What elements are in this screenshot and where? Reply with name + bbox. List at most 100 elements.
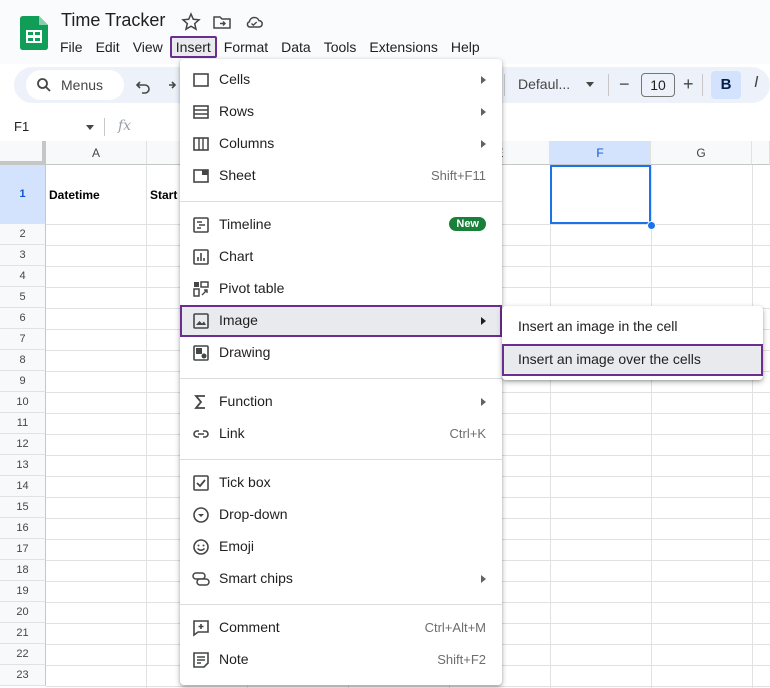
redo-icon[interactable] xyxy=(166,77,180,95)
menu-item-columns[interactable]: Columns xyxy=(180,128,502,160)
row-header-20[interactable]: 20 xyxy=(0,602,46,623)
cell-a1[interactable]: Datetime xyxy=(49,188,100,202)
fx-icon: fx xyxy=(118,118,132,134)
columns-icon xyxy=(193,137,209,151)
menu-item-drawing[interactable]: Drawing xyxy=(180,337,502,369)
menu-data[interactable]: Data xyxy=(275,36,317,58)
row-header-3[interactable]: 3 xyxy=(0,245,46,266)
name-box-chevron-down-icon[interactable] xyxy=(86,125,94,130)
menu-item-cells[interactable]: Cells xyxy=(180,64,502,96)
menu-item-label: Cells xyxy=(219,71,251,87)
menu-item-label: Columns xyxy=(219,135,275,151)
menu-item-shortcut: Ctrl+Alt+M xyxy=(424,620,486,635)
select-all-corner[interactable] xyxy=(0,141,46,165)
menu-item-label: Drawing xyxy=(219,344,271,360)
submenu-arrow-icon xyxy=(481,398,486,406)
row-header-1[interactable]: 1 xyxy=(0,165,46,224)
column-header-h[interactable] xyxy=(752,141,770,165)
menu-item-image[interactable]: Image xyxy=(180,305,502,337)
row-header-19[interactable]: 19 xyxy=(0,581,46,602)
menu-divider xyxy=(180,378,502,379)
menu-item-tick-box[interactable]: Tick box xyxy=(180,467,502,499)
menu-item-label: Pivot table xyxy=(219,280,285,296)
menu-item-smart-chips[interactable]: Smart chips xyxy=(180,563,502,595)
row-header-5[interactable]: 5 xyxy=(0,287,46,308)
increase-font-size-button[interactable]: + xyxy=(683,74,694,95)
insert-image-over-cells[interactable]: Insert an image over the cells xyxy=(502,344,763,376)
row-header-18[interactable]: 18 xyxy=(0,560,46,581)
menu-extensions[interactable]: Extensions xyxy=(363,36,443,58)
row-header-15[interactable]: 15 xyxy=(0,497,46,518)
column-header-f[interactable]: F xyxy=(550,141,651,165)
menu-edit[interactable]: Edit xyxy=(90,36,126,58)
menu-item-label: Tick box xyxy=(219,474,271,490)
menu-item-timeline[interactable]: Timeline New xyxy=(180,209,502,241)
menu-item-shortcut: Ctrl+K xyxy=(449,426,486,441)
menu-item-emoji[interactable]: Emoji xyxy=(180,531,502,563)
menus-search[interactable]: Menus xyxy=(26,70,124,100)
bold-button[interactable]: B xyxy=(711,71,741,99)
menu-item-function[interactable]: Function xyxy=(180,386,502,418)
menu-item-drop-down[interactable]: Drop-down xyxy=(180,499,502,531)
row-header-2[interactable]: 2 xyxy=(0,224,46,245)
move-folder-icon[interactable] xyxy=(212,12,232,32)
image-submenu: Insert an image in the cell Insert an im… xyxy=(502,306,763,380)
row-header-13[interactable]: 13 xyxy=(0,455,46,476)
submenu-arrow-icon xyxy=(481,575,486,583)
row-header-10[interactable]: 10 xyxy=(0,392,46,413)
menu-item-link[interactable]: Link Ctrl+K xyxy=(180,418,502,450)
cloud-status-icon[interactable] xyxy=(244,12,264,32)
menu-item-note[interactable]: Note Shift+F2 xyxy=(180,644,502,676)
submenu-arrow-icon xyxy=(481,108,486,116)
menu-divider xyxy=(180,201,502,202)
drawing-icon xyxy=(193,345,209,361)
row-header-7[interactable]: 7 xyxy=(0,329,46,350)
cell-b1[interactable]: Start xyxy=(150,188,177,202)
toolbar-divider xyxy=(504,74,505,96)
selected-cell-f1[interactable] xyxy=(550,165,651,224)
name-box[interactable]: F1 xyxy=(14,119,29,134)
menu-item-sheet[interactable]: Sheet Shift+F11 xyxy=(180,160,502,192)
menu-item-chart[interactable]: Chart xyxy=(180,241,502,273)
menu-item-comment[interactable]: Comment Ctrl+Alt+M xyxy=(180,612,502,644)
menu-format[interactable]: Format xyxy=(218,36,274,58)
italic-button[interactable]: I xyxy=(754,74,758,92)
toolbar-divider xyxy=(702,74,703,96)
font-size-input[interactable]: 10 xyxy=(641,73,675,97)
row-header-6[interactable]: 6 xyxy=(0,308,46,329)
menu-item-rows[interactable]: Rows xyxy=(180,96,502,128)
row-header-8[interactable]: 8 xyxy=(0,350,46,371)
row-header-11[interactable]: 11 xyxy=(0,413,46,434)
row-header-16[interactable]: 16 xyxy=(0,518,46,539)
decrease-font-size-button[interactable]: − xyxy=(619,74,630,95)
row-header-22[interactable]: 22 xyxy=(0,644,46,665)
menu-insert[interactable]: Insert xyxy=(169,36,217,58)
row-header-23[interactable]: 23 xyxy=(0,665,46,686)
row-header-14[interactable]: 14 xyxy=(0,476,46,497)
row-header-12[interactable]: 12 xyxy=(0,434,46,455)
sheets-logo-icon[interactable] xyxy=(20,16,48,50)
font-family-select[interactable]: Defaul... xyxy=(518,76,570,92)
fill-handle[interactable] xyxy=(647,221,656,230)
insert-menu: Cells Rows Columns Sheet Shift+F11 Timel… xyxy=(180,59,502,685)
row-header-4[interactable]: 4 xyxy=(0,266,46,287)
menu-item-label: Function xyxy=(219,393,273,409)
sheet-icon xyxy=(193,169,209,183)
star-icon[interactable] xyxy=(181,12,201,32)
menu-item-pivot-table[interactable]: Pivot table xyxy=(180,273,502,305)
menu-file[interactable]: File xyxy=(54,36,89,58)
menu-view[interactable]: View xyxy=(127,36,169,58)
menu-help[interactable]: Help xyxy=(445,36,486,58)
row-header-17[interactable]: 17 xyxy=(0,539,46,560)
undo-icon[interactable] xyxy=(134,77,152,95)
column-header-g[interactable]: G xyxy=(651,141,752,165)
row-header-21[interactable]: 21 xyxy=(0,623,46,644)
font-chevron-down-icon[interactable] xyxy=(586,82,594,87)
document-title[interactable]: Time Tracker xyxy=(61,10,165,31)
menu-tools[interactable]: Tools xyxy=(318,36,363,58)
column-header-a[interactable]: A xyxy=(46,141,147,165)
insert-image-in-cell[interactable]: Insert an image in the cell xyxy=(502,311,763,343)
row-header-9[interactable]: 9 xyxy=(0,371,46,392)
submenu-arrow-icon xyxy=(481,140,486,148)
function-icon xyxy=(194,395,205,409)
